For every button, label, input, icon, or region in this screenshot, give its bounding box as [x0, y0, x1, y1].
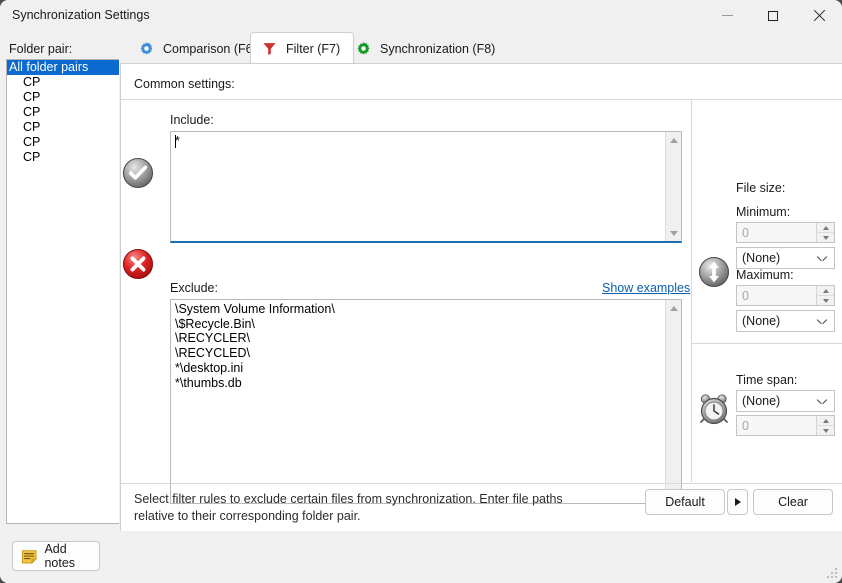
folder-pair-item[interactable]: CP: [7, 120, 119, 135]
include-textarea[interactable]: *: [170, 131, 682, 243]
check-circle-icon: [122, 157, 154, 189]
folder-pair-item[interactable]: CP: [7, 135, 119, 150]
include-scrollbar[interactable]: [665, 132, 681, 241]
divider: [121, 483, 842, 484]
minimum-size-stepper[interactable]: 0: [736, 222, 835, 243]
include-label: Include:: [170, 113, 214, 127]
synchronization-settings-window: Synchronization Settings Folder pair: Al…: [0, 0, 842, 583]
dialog-footer: Add notes OK Cancel: [0, 531, 842, 583]
divider: [692, 343, 842, 344]
tab-synchronization-label: Synchronization (F8): [380, 41, 496, 56]
close-icon: [813, 10, 825, 22]
title-bar: Synchronization Settings: [0, 0, 842, 31]
maximize-button[interactable]: [750, 0, 796, 31]
folder-pair-item[interactable]: CP: [7, 90, 119, 105]
funnel-icon: [263, 43, 276, 55]
updown-arrow-circle-icon: [698, 256, 730, 288]
folder-pair-list[interactable]: All folder pairs CP CP CP CP CP CP: [6, 59, 119, 524]
add-notes-button[interactable]: Add notes: [12, 541, 100, 571]
maximum-size-unit-value: (None): [742, 314, 781, 328]
gear-icon: [357, 42, 370, 55]
chevron-down-icon: [818, 398, 826, 406]
close-button[interactable]: [796, 0, 842, 31]
stepper-up-icon[interactable]: [817, 223, 834, 232]
size-and-time-panel: File size: Minimum: 0 (None) Maximum: 0 …: [691, 100, 842, 482]
minimum-size-unit-value: (None): [742, 251, 781, 265]
stepper-buttons[interactable]: [816, 416, 834, 435]
time-span-unit-select[interactable]: (None): [736, 390, 835, 412]
maximize-icon: [768, 10, 778, 21]
stepper-buttons[interactable]: [816, 286, 834, 305]
maximum-size-stepper[interactable]: 0: [736, 285, 835, 306]
folder-pair-sidebar: Folder pair: All folder pairs CP CP CP C…: [0, 31, 120, 531]
alarm-clock-icon: [700, 394, 728, 425]
folder-pair-item[interactable]: CP: [7, 150, 119, 165]
maximum-label: Maximum:: [736, 268, 794, 282]
exclude-value: \System Volume Information\ \$Recycle.Bi…: [175, 302, 335, 390]
file-size-title: File size:: [736, 181, 786, 195]
stepper-down-icon[interactable]: [817, 232, 834, 242]
exclude-textarea[interactable]: \System Volume Information\ \$Recycle.Bi…: [170, 299, 682, 504]
time-span-stepper[interactable]: 0: [736, 415, 835, 436]
include-value: *: [175, 134, 180, 148]
stepper-up-icon[interactable]: [817, 416, 834, 425]
clear-button[interactable]: Clear: [753, 489, 833, 515]
add-notes-label: Add notes: [44, 542, 76, 570]
time-span-unit-value: (None): [742, 394, 781, 408]
filter-hint-text: Select filter rules to exclude certain f…: [134, 492, 563, 523]
maximum-size-unit-select[interactable]: (None): [736, 310, 835, 332]
chevron-right-icon: [734, 498, 741, 506]
resize-grip[interactable]: [827, 568, 838, 579]
minimize-button[interactable]: [704, 0, 750, 31]
minimum-label: Minimum:: [736, 205, 791, 219]
filter-rules-area: Include: * Exclude: Show examples \Syste…: [121, 100, 691, 504]
time-span-value: 0: [742, 419, 749, 433]
common-settings-label: Common settings:: [134, 77, 235, 91]
folder-pair-item-all[interactable]: All folder pairs: [7, 60, 119, 75]
scroll-up-icon[interactable]: [666, 132, 681, 148]
default-options-button[interactable]: [727, 489, 748, 515]
exclude-scrollbar[interactable]: [665, 300, 681, 503]
window-title: Synchronization Settings: [12, 8, 150, 22]
minimize-icon: [721, 15, 733, 16]
minimum-size-value: 0: [742, 226, 749, 240]
tab-synchronization[interactable]: Synchronization (F8): [344, 32, 509, 64]
folder-pair-item[interactable]: CP: [7, 105, 119, 120]
maximum-size-value: 0: [742, 289, 749, 303]
filter-settings-panel: Common settings: Include: * Exclude: Sho…: [120, 63, 842, 531]
stepper-buttons[interactable]: [816, 223, 834, 242]
tab-strip: Comparison (F6) Filter (F7) Synchronizat…: [120, 31, 842, 64]
folder-pair-item[interactable]: CP: [7, 75, 119, 90]
tab-comparison-label: Comparison (F6): [163, 41, 257, 56]
exclude-label: Exclude:: [170, 281, 218, 295]
stepper-up-icon[interactable]: [817, 286, 834, 295]
tab-filter[interactable]: Filter (F7): [250, 32, 355, 64]
minimum-size-unit-select[interactable]: (None): [736, 247, 835, 269]
chevron-down-icon: [818, 255, 826, 263]
error-circle-icon: [122, 248, 154, 280]
show-examples-link[interactable]: Show examples: [602, 281, 690, 295]
stepper-down-icon[interactable]: [817, 295, 834, 305]
tab-filter-label: Filter (F7): [286, 41, 341, 56]
chevron-down-icon: [818, 318, 826, 326]
notes-icon: [21, 549, 37, 564]
stepper-down-icon[interactable]: [817, 425, 834, 435]
scroll-up-icon[interactable]: [666, 300, 681, 316]
folder-pair-label: Folder pair:: [9, 42, 73, 56]
gear-icon: [140, 42, 153, 55]
time-span-title: Time span:: [736, 373, 798, 387]
scroll-down-icon[interactable]: [666, 225, 681, 241]
default-button[interactable]: Default: [645, 489, 725, 515]
